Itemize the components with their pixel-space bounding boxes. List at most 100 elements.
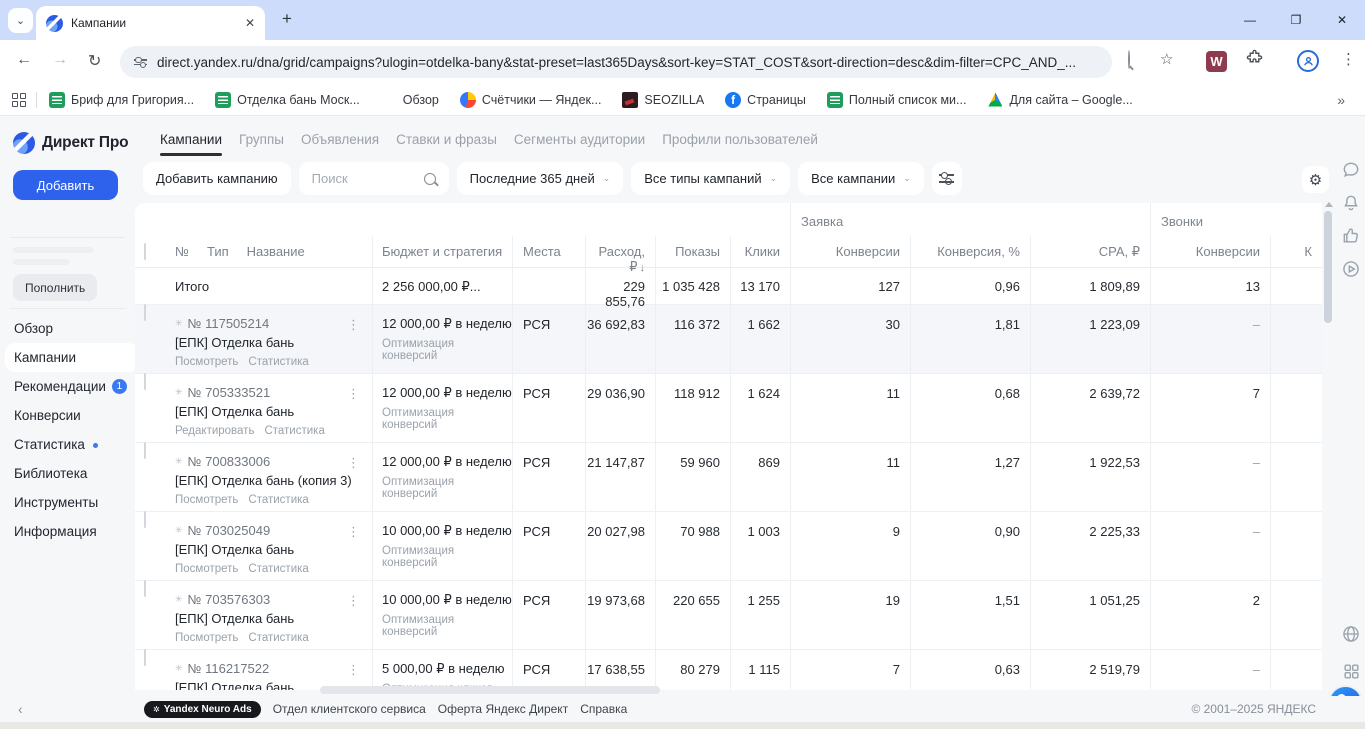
sidebar-item-конверсии[interactable]: Конверсии <box>0 401 135 430</box>
tab-search-button[interactable]: ⌄ <box>8 8 33 33</box>
close-button[interactable]: ✕ <box>1319 0 1365 40</box>
row-checkbox[interactable] <box>144 373 146 390</box>
bookmark-item[interactable]: Отделка бань Моск... <box>215 91 360 108</box>
footer-link-offer[interactable]: Оферта Яндекс Директ <box>438 702 568 716</box>
campaign-name[interactable]: [ЕПК] Отделка бань <box>175 404 372 419</box>
scrollbar-up-arrow[interactable] <box>1325 202 1333 207</box>
add-button[interactable]: Добавить <box>13 170 118 200</box>
bookmark-item[interactable]: Обзор <box>381 92 439 108</box>
new-tab-button[interactable]: + <box>282 9 292 29</box>
tab-объявления[interactable]: Объявления <box>301 132 379 147</box>
row-menu-icon[interactable]: ⋮ <box>347 662 360 678</box>
bookmark-item[interactable]: Для сайта – Google... <box>987 92 1132 108</box>
sidebar-item-рекомендации[interactable]: Рекомендации 1 <box>0 372 135 401</box>
row-action-link[interactable]: Посмотреть <box>175 494 238 506</box>
bookmarks-overflow-chevron[interactable]: » <box>1337 92 1345 108</box>
site-settings-icon[interactable] <box>134 57 147 68</box>
row-action-link[interactable]: Посмотреть <box>175 563 238 575</box>
footer-link-help[interactable]: Справка <box>580 702 627 716</box>
sidebar-item-статистика[interactable]: Статистика <box>0 430 135 459</box>
topup-button[interactable]: Пополнить <box>13 274 98 301</box>
row-action-link[interactable]: Посмотреть <box>175 356 238 368</box>
sidebar-item-информация[interactable]: Информация <box>0 517 135 546</box>
sidebar-collapse-chevron[interactable]: ‹ <box>18 701 23 717</box>
reload-button[interactable]: ↻ <box>88 51 101 71</box>
add-campaign-button[interactable]: Добавить кампанию <box>143 162 291 195</box>
sidebar-item-инструменты[interactable]: Инструменты <box>0 488 135 517</box>
globe-icon[interactable] <box>1341 624 1361 649</box>
tab-кампании[interactable]: Кампании <box>160 132 223 156</box>
campaign-name[interactable]: [ЕПК] Отделка бань <box>175 335 372 350</box>
profile-avatar[interactable] <box>1297 50 1319 72</box>
filter-settings-button[interactable] <box>931 162 962 195</box>
campaign-name[interactable]: [ЕПК] Отделка бань <box>175 611 372 626</box>
row-action-link[interactable]: Посмотреть <box>175 632 238 644</box>
row-action-link[interactable]: Статистика <box>248 632 308 644</box>
sidebar-item-обзор[interactable]: Обзор <box>0 314 135 343</box>
bookmark-item[interactable]: Счётчики — Яндек... <box>459 91 601 108</box>
select-all-checkbox[interactable] <box>144 243 146 260</box>
yandex-neuro-ads-badge[interactable]: ✲ Yandex Neuro Ads <box>144 700 261 718</box>
tab-close-icon[interactable]: ✕ <box>245 16 255 30</box>
row-checkbox[interactable] <box>144 511 146 528</box>
row-action-link[interactable]: Статистика <box>248 563 308 575</box>
restore-button[interactable]: ❐ <box>1273 0 1319 40</box>
extensions-puzzle-icon[interactable] <box>1246 49 1263 71</box>
play-tutorial-icon[interactable] <box>1341 259 1361 279</box>
row-menu-icon[interactable]: ⋮ <box>347 386 360 402</box>
row-action-link[interactable]: Статистика <box>248 494 308 506</box>
search-input[interactable]: Поиск <box>298 162 449 195</box>
thumbs-up-icon[interactable] <box>1341 226 1361 246</box>
bookmark-item[interactable]: Полный список ми... <box>826 91 966 108</box>
bookmark-star-icon[interactable]: ☆ <box>1160 50 1173 68</box>
url-bar[interactable]: direct.yandex.ru/dna/grid/campaigns?ulog… <box>120 46 1112 78</box>
vertical-scrollbar[interactable] <box>1324 211 1332 323</box>
services-grid-icon[interactable] <box>1342 662 1361 686</box>
date-range-dropdown[interactable]: Последние 365 дней ⌄ <box>456 162 624 195</box>
minimize-button[interactable]: — <box>1227 0 1273 40</box>
table-row[interactable]: ✳ № 700833006 ⋮ [ЕПК] Отделка бань (копия 3… <box>135 442 1322 512</box>
tab-профили-пользователей[interactable]: Профили пользователей <box>662 132 818 147</box>
row-checkbox[interactable] <box>144 649 146 666</box>
notifications-bell-icon[interactable] <box>1341 193 1361 213</box>
row-checkbox[interactable] <box>144 442 146 459</box>
back-button[interactable]: ← <box>16 51 32 69</box>
bookmark-item[interactable]: Бриф для Григория... <box>49 91 194 108</box>
row-menu-icon[interactable]: ⋮ <box>347 317 360 333</box>
table-row[interactable]: ✳ № 117505214 ⋮ [ЕПК] Отделка бань Посмотрет… <box>135 304 1322 374</box>
sidebar-item-кампании[interactable]: Кампании <box>5 343 138 372</box>
row-menu-icon[interactable]: ⋮ <box>347 455 360 471</box>
row-action-link[interactable]: Статистика <box>248 356 308 368</box>
forward-button[interactable]: → <box>52 51 68 69</box>
campaign-name[interactable]: [ЕПК] Отделка бань <box>175 542 372 557</box>
table-row[interactable]: ✳ № 703576303 ⋮ [ЕПК] Отделка бань Посмотрет… <box>135 580 1322 650</box>
row-checkbox[interactable] <box>144 304 146 321</box>
campaign-name[interactable]: [ЕПК] Отделка бань (копия 3) <box>175 473 372 488</box>
tab-сегменты-аудитории[interactable]: Сегменты аудитории <box>514 132 645 147</box>
row-checkbox[interactable] <box>144 580 146 597</box>
row-menu-icon[interactable]: ⋮ <box>347 593 360 609</box>
bookmark-item[interactable]: SEOZILLA <box>622 91 704 108</box>
tab-группы[interactable]: Группы <box>239 132 284 147</box>
tab-ставки-и-фразы[interactable]: Ставки и фразы <box>396 132 497 147</box>
table-row[interactable]: ✳ № 703025049 ⋮ [ЕПК] Отделка бань Посмотрет… <box>135 511 1322 581</box>
horizontal-scrollbar[interactable] <box>320 686 660 694</box>
table-settings-gear-button[interactable]: ⚙ <box>1302 166 1329 193</box>
footer-link-client-service[interactable]: Отдел клиентского сервиса <box>273 702 426 716</box>
apps-grid-icon[interactable] <box>12 92 26 107</box>
zoom-search-icon[interactable] <box>1128 50 1130 69</box>
row-action-link[interactable]: Статистика <box>264 425 324 437</box>
campaigns-filter-dropdown[interactable]: Все кампании ⌄ <box>798 162 924 195</box>
direct-pro-logo[interactable]: Директ Про <box>13 132 129 154</box>
table-row[interactable]: ✳ № 116217522 ⋮ [ЕПК] Отделка бань 5 000,00 … <box>135 649 1322 690</box>
table-row[interactable]: ✳ № 705333521 ⋮ [ЕПК] Отделка бань Редактиро… <box>135 373 1322 443</box>
row-action-link[interactable]: Редактировать <box>175 425 254 437</box>
w-extension-icon[interactable]: W <box>1206 51 1227 72</box>
bookmark-item[interactable]: f Страницы <box>725 91 806 108</box>
campaign-types-dropdown[interactable]: Все типы кампаний ⌄ <box>631 162 791 195</box>
browser-tab[interactable]: Кампании ✕ <box>36 6 265 40</box>
browser-menu-icon[interactable]: ⋮ <box>1341 50 1356 68</box>
row-menu-icon[interactable]: ⋮ <box>347 524 360 540</box>
chat-icon[interactable] <box>1341 160 1361 180</box>
sidebar-item-библиотека[interactable]: Библиотека <box>0 459 135 488</box>
